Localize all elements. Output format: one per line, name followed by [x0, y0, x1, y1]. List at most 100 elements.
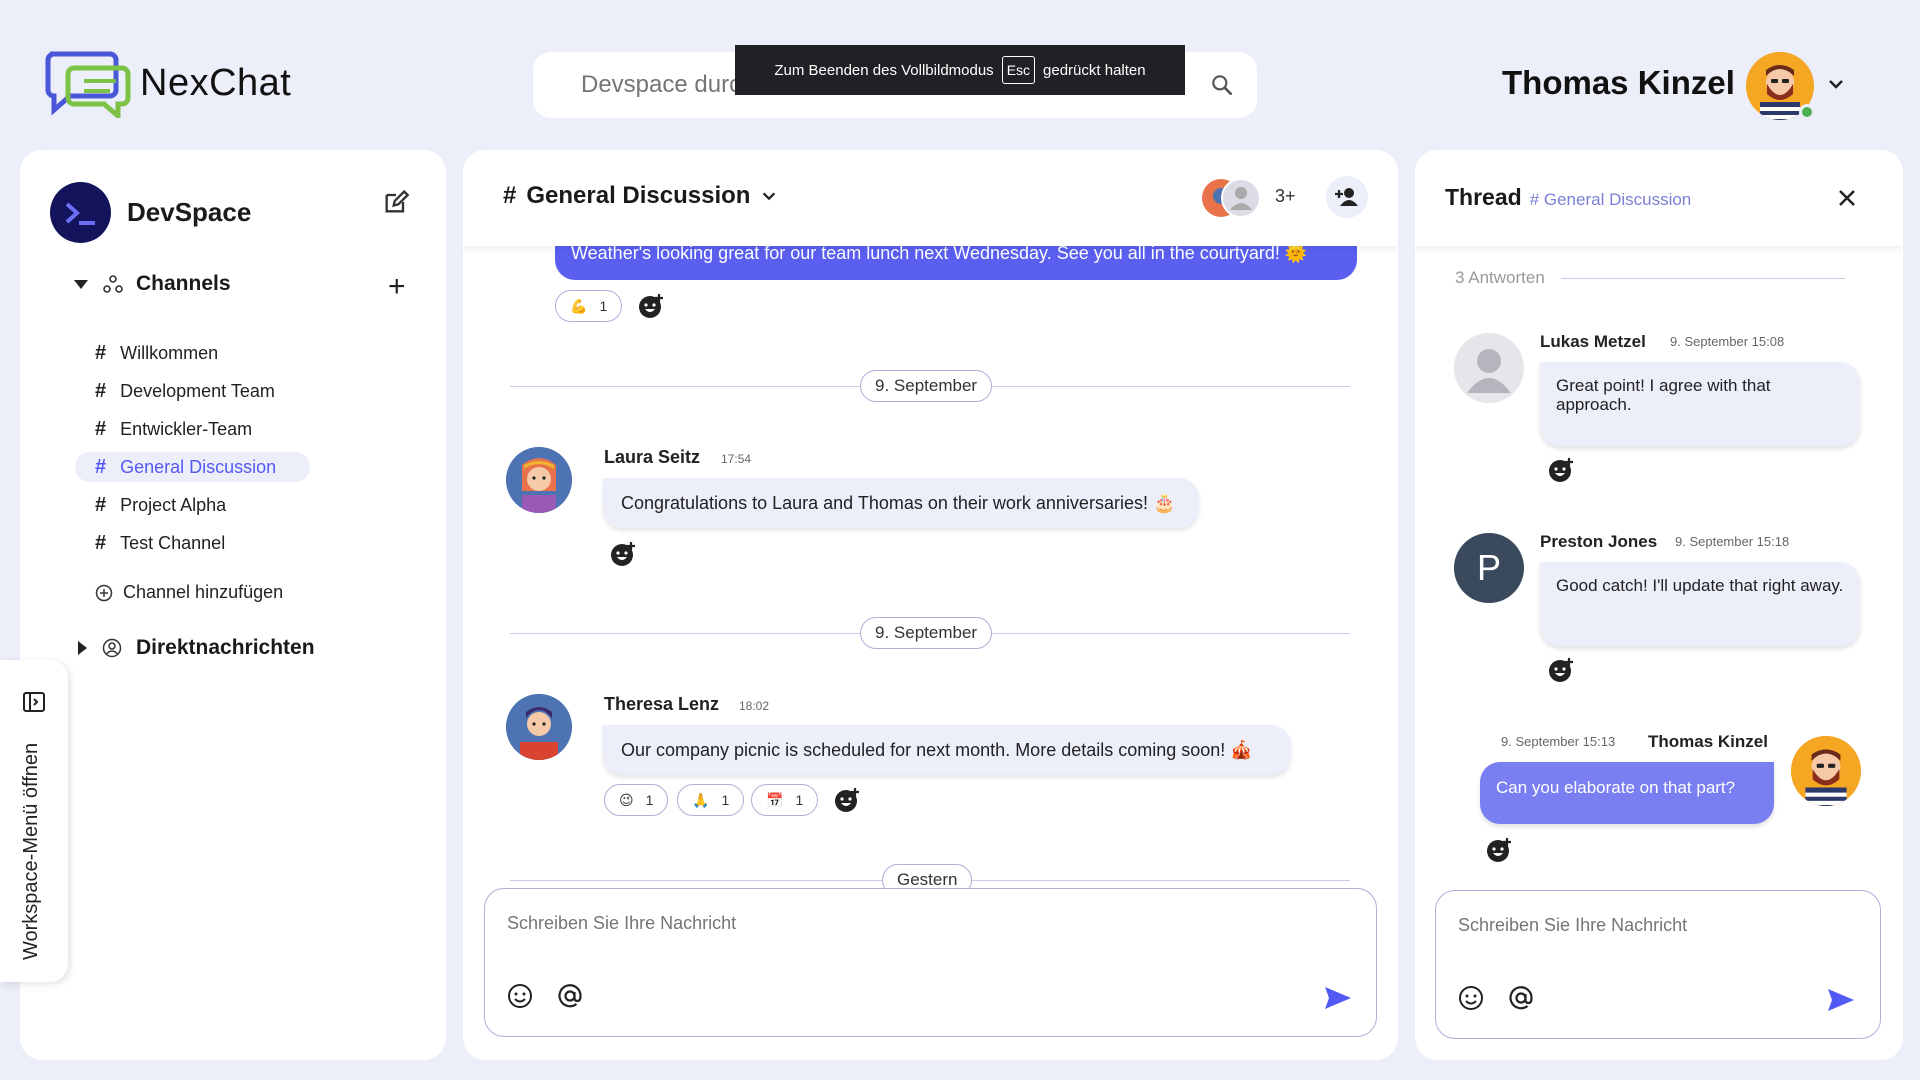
divider: [1560, 277, 1845, 279]
message-time: 18:02: [739, 699, 770, 713]
emoji-icon[interactable]: [507, 983, 533, 1009]
message-input[interactable]: [507, 913, 1107, 934]
message-bubble: Congratulations to Laura and Thomas on t…: [603, 478, 1199, 528]
workspace-menu-toggle[interactable]: Workspace-Menü öffnen: [0, 660, 68, 982]
channels-icon: [103, 275, 123, 293]
avatar[interactable]: [1791, 736, 1861, 806]
channel-list: # Willkommen # Development Team # Entwickle…: [75, 338, 310, 566]
own-message-bubble: Can you elaborate on that part?: [1480, 762, 1774, 824]
add-channel-plus-button[interactable]: +: [388, 272, 406, 302]
send-icon[interactable]: [1826, 987, 1856, 1013]
channel-name: General Discussion: [526, 182, 751, 209]
hash-icon: #: [95, 455, 107, 478]
workspace-menu-label: Workspace-Menü öffnen: [20, 742, 42, 960]
reaction-chip[interactable]: 🙏 1: [677, 784, 745, 816]
mention-icon[interactable]: [557, 983, 583, 1009]
avatar[interactable]: [1454, 333, 1524, 403]
channel-label: Development Team: [120, 380, 275, 401]
member-avatar-stack: [1202, 178, 1261, 218]
workspace-header[interactable]: DevSpace: [50, 182, 251, 243]
thread-header: Thread # General Discussion: [1415, 150, 1903, 246]
user-name[interactable]: Thomas Kinzel: [1502, 64, 1735, 102]
add-reaction-icon[interactable]: [1485, 836, 1513, 864]
reaction-count: 1: [795, 792, 804, 808]
add-member-button[interactable]: [1326, 176, 1368, 218]
reaction-chip[interactable]: 💪 1: [555, 290, 623, 322]
thread-label: Thread: [1445, 184, 1522, 210]
date-pill: 9. September: [860, 617, 993, 649]
add-reaction-icon[interactable]: [609, 540, 637, 568]
message-composer[interactable]: [484, 888, 1377, 1037]
close-icon[interactable]: [1835, 186, 1859, 210]
channel-label: Project Alpha: [120, 494, 227, 515]
sidebar-item-general-discussion[interactable]: # General Discussion: [75, 452, 310, 482]
chat-bubbles-icon: [45, 51, 131, 118]
reaction-chip[interactable]: 📅 1: [751, 784, 819, 816]
sidebar-item-test-channel[interactable]: # Test Channel: [75, 528, 310, 558]
message-time: 9. September 15:08: [1670, 334, 1785, 349]
woman-avatar: [506, 447, 572, 513]
app-logo[interactable]: NexChat: [44, 48, 291, 118]
message-author: Laura Seitz: [604, 447, 701, 467]
add-reaction-icon[interactable]: [637, 292, 665, 320]
chat-panel: Weather's looking great for our team lun…: [463, 150, 1398, 1060]
edit-icon[interactable]: [382, 188, 410, 216]
reply-count-label: 3 Antworten: [1455, 268, 1545, 287]
avatar[interactable]: [506, 694, 572, 760]
direct-messages-section-header[interactable]: Direktnachrichten: [76, 636, 315, 660]
sidebar-item-development-team[interactable]: # Development Team: [75, 376, 310, 406]
sidebar-item-entwickler-team[interactable]: # Entwickler-Team: [75, 414, 310, 444]
plus-circle-icon: [95, 584, 113, 601]
toast-text-after: gedrückt halten: [1043, 61, 1146, 79]
reaction-emoji: 💪: [570, 297, 588, 314]
add-reaction-icon[interactable]: [833, 786, 861, 814]
channels-section-header[interactable]: Channels: [72, 272, 231, 296]
send-icon[interactable]: [1323, 985, 1353, 1011]
channel-label: Willkommen: [120, 342, 219, 363]
thread-title: Thread # General Discussion: [1445, 184, 1691, 211]
hash-icon: #: [503, 182, 517, 209]
member-count[interactable]: 3+: [1275, 186, 1296, 207]
thread-message-input[interactable]: [1458, 915, 1838, 936]
search-icon[interactable]: [1209, 72, 1235, 98]
avatar[interactable]: P: [1454, 533, 1524, 603]
add-reaction-icon[interactable]: [1547, 456, 1575, 484]
reaction-emoji: 📅: [766, 791, 784, 808]
esc-key: Esc: [1001, 56, 1036, 84]
member-avatars[interactable]: [1201, 178, 1261, 218]
date-pill: 9. September: [860, 370, 993, 402]
mention-icon[interactable]: [1508, 985, 1534, 1011]
direct-messages-label: Direktnachrichten: [136, 636, 315, 659]
chevron-down-icon[interactable]: [1826, 74, 1846, 94]
caret-right-icon: [78, 641, 87, 655]
channel-title[interactable]: # General Discussion: [503, 182, 778, 210]
man-avatar: [506, 694, 572, 760]
hash-icon: #: [95, 493, 107, 516]
hash-icon: #: [95, 379, 107, 402]
reaction-count: 1: [645, 792, 654, 808]
message-author: Lukas Metzel: [1540, 332, 1646, 351]
sidebar-item-willkommen[interactable]: # Willkommen: [75, 338, 310, 368]
chevron-down-icon: [763, 192, 776, 201]
message-bubble: Our company picnic is scheduled for next…: [603, 725, 1291, 775]
toast-text-before: Zum Beenden des Vollbildmodus: [774, 61, 994, 79]
reaction-chip[interactable]: 😉 1: [604, 784, 669, 816]
avatar[interactable]: [506, 447, 572, 513]
reply-count: 3 Antworten: [1455, 268, 1845, 288]
channels-label: Channels: [136, 272, 231, 295]
emoji-icon[interactable]: [1458, 985, 1484, 1011]
add-channel-link[interactable]: Channel hinzufügen: [95, 582, 283, 603]
app-name: NexChat: [140, 61, 292, 104]
channel-label: Test Channel: [120, 532, 226, 553]
bearded-man-avatar: [1791, 736, 1861, 806]
add-reaction-icon[interactable]: [1547, 656, 1575, 684]
thread-composer[interactable]: [1435, 890, 1881, 1039]
sidebar-item-project-alpha[interactable]: # Project Alpha: [75, 490, 310, 520]
message-bubble: Good catch! I'll update that right away.: [1540, 562, 1860, 646]
message-author: Theresa Lenz: [604, 694, 720, 714]
add-channel-label: Channel hinzufügen: [123, 582, 284, 602]
thread-panel: Thread # General Discussion 3 Antworten …: [1415, 150, 1903, 1060]
online-status-dot: [1799, 104, 1815, 120]
user-circle-icon: [102, 638, 122, 658]
workspace-sidebar: DevSpace Channels + # Willkommen # Develop…: [20, 150, 446, 1060]
